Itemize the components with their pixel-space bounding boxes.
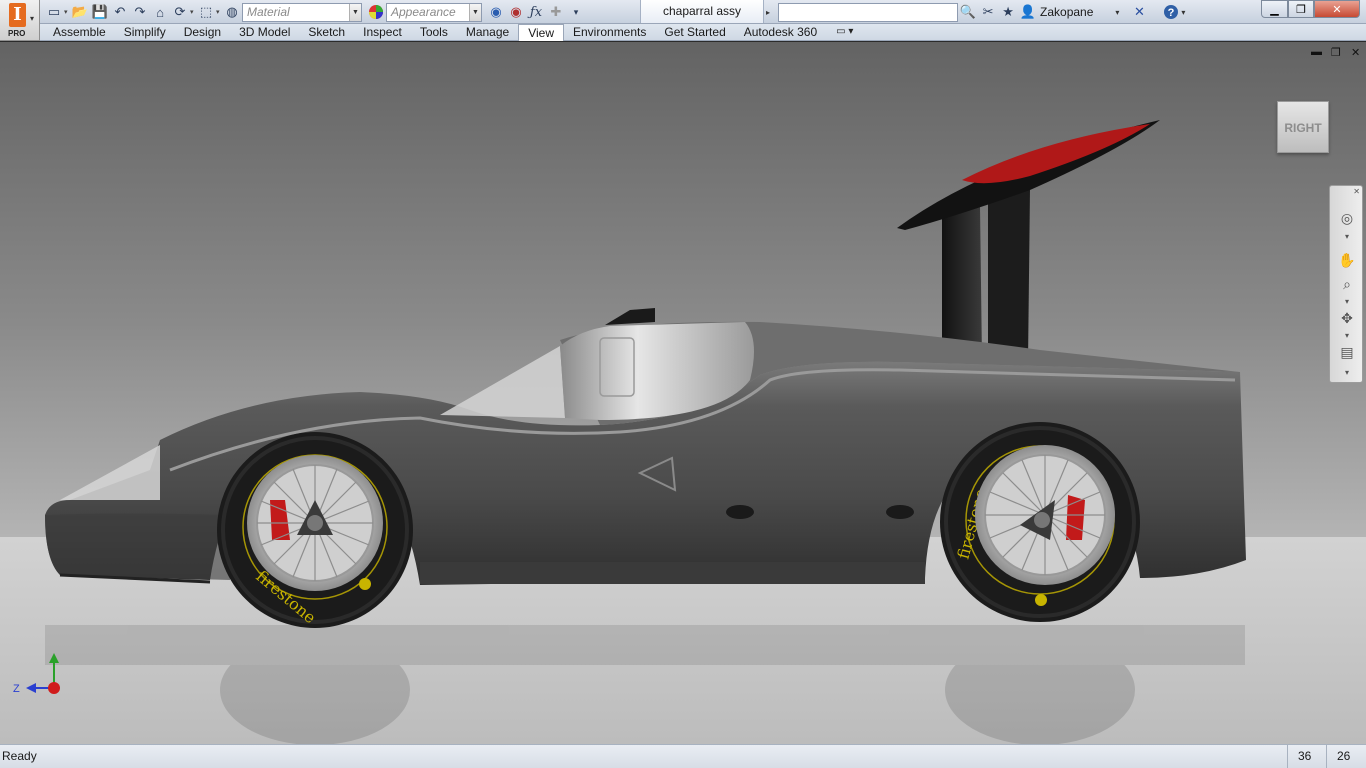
navigation-bar: ✕ ◎ ▾ ✋ ⌕ ▾ ✥ ▾ ▤ ▾	[1329, 185, 1363, 383]
info-center: ▸ 🔍 ✂ ★ 👤 Zakopane ▾ ✕ ? ▾	[766, 1, 1185, 23]
communication-center-icon[interactable]: ✂	[978, 2, 998, 22]
redo-icon[interactable]: ↷	[130, 2, 150, 22]
pro-label: PRO	[8, 29, 26, 38]
appearance-combo-placeholder: Appearance	[391, 5, 456, 19]
material-combo-placeholder: Material	[247, 5, 290, 19]
tab-simplify[interactable]: Simplify	[115, 24, 175, 41]
ribbon-display-toggle-icon[interactable]: ▭ ▾	[826, 24, 863, 41]
tab-inspect[interactable]: Inspect	[354, 24, 411, 41]
update-dropdown-icon[interactable]: ▾	[190, 8, 194, 16]
open-folder-icon[interactable]: 📂	[70, 2, 90, 22]
customize-qat-icon[interactable]: ▾	[566, 2, 586, 22]
parameters-fx-icon[interactable]: ƒx	[526, 2, 546, 22]
ribbon-tabs: Assemble Simplify Design 3D Model Sketch Insp…	[44, 24, 863, 41]
appearance-color-icon[interactable]	[366, 2, 386, 22]
close-icon[interactable]: ✕	[1353, 187, 1360, 196]
tab-design[interactable]: Design	[175, 24, 230, 41]
clear-appearance-icon[interactable]: ◉	[506, 2, 526, 22]
title-bar: ▭ ▾ 📂 💾 ↶ ↷ ⌂ ⟳ ▾ ⬚ ▾ ◍ Material ▼ Appearan…	[0, 0, 1366, 24]
search-icon[interactable]: 🔍	[958, 2, 978, 22]
status-count-occurrences: 36	[1287, 745, 1329, 768]
axis-triad: Z	[13, 653, 60, 695]
adjust-appearance-icon[interactable]: ◉	[486, 2, 506, 22]
status-bar: Ready 36 26	[0, 744, 1366, 768]
material-combo[interactable]: Material ▼	[242, 2, 362, 22]
tab-3d-model[interactable]: 3D Model	[230, 24, 299, 41]
user-name[interactable]: Zakopane	[1040, 5, 1093, 19]
chevron-down-icon[interactable]: ▼	[469, 3, 481, 21]
car-model-render[interactable]: firestone firestone	[0, 42, 1366, 744]
viewcube[interactable]: RIGHT	[1277, 101, 1329, 153]
user-icon[interactable]: 👤	[1018, 2, 1038, 22]
new-file-icon[interactable]: ▭	[44, 2, 64, 22]
document-title: chaparral assy	[640, 0, 764, 23]
close-button[interactable]: ✕	[1314, 0, 1360, 18]
graphics-viewport[interactable]: ▬ ❐ ✕ firestone firestone RIGHT ✕ ◎ ▾ ✋ …	[0, 42, 1366, 744]
help-search-input[interactable]	[778, 2, 959, 22]
rear-wheel: firestone	[940, 422, 1140, 622]
home-icon[interactable]: ⌂	[150, 2, 170, 22]
chevron-down-icon[interactable]: ▾	[1181, 8, 1185, 17]
chevron-down-icon[interactable]: ▼	[349, 3, 361, 21]
select-dropdown-icon[interactable]: ▾	[216, 8, 220, 16]
customize-chevron-icon[interactable]: ▾	[1337, 362, 1357, 382]
front-wheel: firestone	[217, 432, 413, 628]
select-icon[interactable]: ⬚	[196, 2, 216, 22]
chevron-down-icon: ▾	[30, 14, 35, 23]
undo-icon[interactable]: ↶	[110, 2, 130, 22]
save-icon[interactable]: 💾	[90, 2, 110, 22]
chevron-down-icon[interactable]: ▾	[1337, 226, 1357, 246]
tab-autodesk-360[interactable]: Autodesk 360	[735, 24, 826, 41]
render-icon[interactable]: ◍	[222, 2, 242, 22]
axis-z-label: Z	[13, 683, 20, 695]
expand-arrow-icon[interactable]: ▸	[766, 8, 770, 17]
inventor-logo-icon: I	[9, 3, 26, 27]
help-icon[interactable]: ?	[1161, 2, 1181, 22]
application-menu-button[interactable]: I PRO ▾	[0, 0, 40, 41]
svg-text:?: ?	[1168, 7, 1175, 19]
new-dropdown-icon[interactable]: ▾	[64, 8, 68, 16]
exchange-apps-icon[interactable]: ✕	[1129, 2, 1149, 22]
minimize-button[interactable]: ▁	[1261, 0, 1288, 18]
tab-view[interactable]: View	[518, 24, 564, 41]
chevron-down-icon[interactable]: ▾	[1115, 8, 1119, 17]
inventor-window: ▭ ▾ 📂 💾 ↶ ↷ ⌂ ⟳ ▾ ⬚ ▾ ◍ Material ▼ Appearan…	[0, 0, 1366, 768]
pan-hand-icon[interactable]: ✋	[1337, 250, 1357, 270]
look-at-icon[interactable]: ▤	[1337, 342, 1357, 362]
tab-get-started[interactable]: Get Started	[655, 24, 734, 41]
tab-tools[interactable]: Tools	[411, 24, 457, 41]
favorites-star-icon[interactable]: ★	[998, 2, 1018, 22]
appearance-combo[interactable]: Appearance ▼	[386, 2, 482, 22]
status-count-documents: 26	[1326, 745, 1366, 768]
tab-assemble[interactable]: Assemble	[44, 24, 115, 41]
status-text: Ready	[2, 749, 37, 763]
quick-access-toolbar: ▭ ▾ 📂 💾 ↶ ↷ ⌂ ⟳ ▾ ⬚ ▾ ◍ Material ▼ Appearan…	[44, 2, 586, 22]
ribbon-tab-bar: Assemble Simplify Design 3D Model Sketch Insp…	[0, 24, 1366, 41]
tab-sketch[interactable]: Sketch	[299, 24, 354, 41]
add-icon[interactable]: ✚	[546, 2, 566, 22]
update-icon[interactable]: ⟳	[170, 2, 190, 22]
tab-environments[interactable]: Environments	[564, 24, 655, 41]
steering-wheel-icon[interactable]: ◎	[1337, 208, 1357, 228]
maximize-button[interactable]: ❐	[1288, 0, 1314, 18]
tab-manage[interactable]: Manage	[457, 24, 518, 41]
